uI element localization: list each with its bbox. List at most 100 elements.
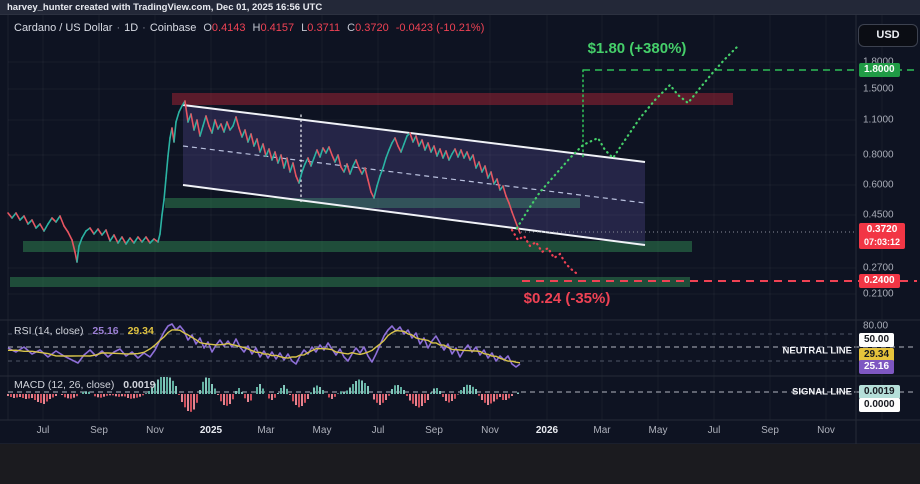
macd-histogram-bar: [127, 394, 129, 398]
macd-histogram-bar: [517, 393, 519, 395]
macd-histogram-bar: [391, 389, 393, 394]
symbol-name[interactable]: Cardano / US Dollar: [14, 22, 112, 34]
symbol-legend[interactable]: Cardano / US Dollar·1D·CoinbaseO0.4143H0…: [14, 22, 484, 34]
price-series-segment: [16, 213, 20, 220]
macd-histogram-bar: [274, 394, 276, 398]
macd-histogram-bar: [259, 384, 261, 394]
macd-histogram-bar: [271, 394, 273, 400]
macd-histogram-bar: [460, 390, 462, 394]
price-series-segment: [32, 220, 36, 228]
price-tick-label: 0.8000: [863, 150, 894, 161]
price-series-segment: [94, 229, 98, 234]
macd-histogram-bar: [511, 394, 513, 396]
price-tick-label: 0.4500: [863, 210, 894, 221]
macd-histogram-bar: [46, 394, 48, 402]
resistance-zone: [172, 93, 733, 105]
macd-histogram-bar: [247, 394, 249, 402]
macd-histogram-bar: [16, 394, 18, 398]
macd-histogram-bar: [379, 394, 381, 405]
time-tick-label: 2026: [536, 425, 558, 436]
macd-histogram-bar: [169, 378, 171, 395]
macd-histogram-bar: [481, 394, 483, 400]
price-series-segment: [90, 228, 94, 234]
macd-histogram-bar: [82, 392, 84, 394]
price-series-segment: [64, 226, 68, 232]
price-series-segment: [166, 156, 168, 178]
price-series-segment: [36, 224, 40, 228]
macd-indicator-title[interactable]: MACD (12, 26, close) 0.0019: [14, 379, 155, 391]
macd-histogram-bar: [181, 394, 183, 402]
signal-line-label[interactable]: SIGNAL LINE: [792, 387, 852, 398]
macd-histogram-bar: [256, 387, 258, 394]
macd-histogram-bar: [346, 391, 348, 395]
macd-histogram-bar: [427, 394, 429, 400]
macd-histogram-bar: [223, 394, 225, 405]
macd-histogram-bar: [133, 394, 135, 398]
macd-histogram-bar: [10, 394, 12, 397]
price-series-segment: [44, 224, 48, 231]
downside-price-label: 0.2400: [859, 274, 900, 288]
macd-histogram-bar: [121, 394, 123, 396]
macd-histogram-bar: [319, 387, 321, 394]
rsi-indicator-title[interactable]: RSI (14, close) 25.16 29.34: [14, 325, 154, 337]
macd-histogram-bar: [157, 380, 159, 395]
price-series-segment: [56, 216, 60, 222]
macd-histogram-bar: [52, 394, 54, 398]
time-tick-label: Nov: [146, 425, 164, 436]
rsi-ma-value: 29.34: [128, 325, 154, 337]
macd-histogram-bar: [451, 394, 453, 401]
macd-histogram-bar: [463, 387, 465, 394]
macd-histogram-bar: [76, 394, 78, 396]
price-series-segment: [106, 230, 110, 241]
macd-histogram-bar: [331, 394, 333, 399]
macd-histogram-bar: [235, 391, 237, 394]
macd-histogram-bar: [208, 378, 210, 394]
macd-histogram-bar: [49, 394, 51, 399]
macd-histogram-bar: [418, 394, 420, 408]
macd-histogram-bar: [25, 394, 27, 399]
interval-label[interactable]: 1D: [124, 22, 138, 34]
currency-toggle-button[interactable]: USD: [858, 24, 918, 47]
price-tick-label: 1.1000: [863, 115, 894, 126]
ohlc-value: 0.4157: [261, 22, 295, 34]
macd-histogram-bar: [199, 390, 201, 394]
macd-histogram-bar: [109, 394, 111, 395]
macd-histogram-bar: [355, 381, 357, 394]
ohlc-key: O: [203, 22, 212, 34]
macd-histogram-bar: [457, 394, 459, 395]
macd-histogram-bar: [502, 394, 504, 400]
macd-histogram-bar: [67, 394, 69, 398]
time-tick-label: Mar: [257, 425, 274, 436]
macd-histogram-bar: [433, 389, 435, 395]
price-tick-label: 0.2700: [863, 263, 894, 274]
macd-histogram-bar: [322, 390, 324, 394]
macd-histogram-bar: [316, 386, 318, 395]
macd-histogram-bar: [382, 394, 384, 403]
macd-histogram-bar: [430, 393, 432, 395]
macd-histogram-bar: [115, 394, 117, 396]
time-tick-label: Mar: [593, 425, 610, 436]
macd-histogram-bar: [469, 385, 471, 394]
price-series-segment: [20, 216, 24, 220]
change-value: -0.0423 (-10.21%): [396, 22, 485, 34]
macd-histogram-bar: [421, 394, 423, 406]
export-banner: harvey_hunter created with TradingView.c…: [0, 0, 920, 15]
macd-histogram-bar: [361, 381, 363, 395]
macd-histogram-bar: [166, 377, 168, 394]
macd-histogram-bar: [7, 394, 9, 396]
macd-histogram-bar: [244, 394, 246, 398]
macd-histogram-bar: [496, 394, 498, 399]
macd-histogram-bar: [103, 394, 105, 397]
rsi-title-text: RSI (14, close): [14, 325, 83, 337]
chart-canvas[interactable]: [0, 0, 920, 484]
footer-bar: TradingView: [0, 444, 920, 484]
macd-histogram-bar: [211, 384, 213, 394]
price-series-segment: [174, 122, 176, 142]
time-tick-label: May: [313, 425, 332, 436]
macd-histogram-bar: [439, 391, 441, 394]
macd-histogram-bar: [193, 394, 195, 410]
price-series-segment: [164, 178, 166, 200]
neutral-line-label[interactable]: NEUTRAL LINE: [783, 346, 853, 357]
macd-histogram-bar: [196, 394, 198, 403]
macd-histogram-bar: [358, 380, 360, 395]
